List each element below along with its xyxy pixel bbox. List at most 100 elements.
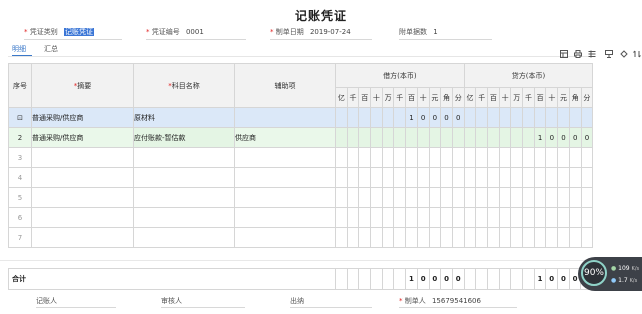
- credit-digit-cell[interactable]: [475, 127, 489, 148]
- debit-digit-cell[interactable]: [346, 147, 360, 168]
- debit-digit-cell[interactable]: [335, 207, 348, 228]
- debit-digit-cell[interactable]: [370, 167, 383, 188]
- credit-digit-cell[interactable]: [487, 147, 500, 168]
- debit-digit-cell[interactable]: [358, 227, 372, 248]
- credit-digit-cell[interactable]: [463, 127, 477, 148]
- credit-digit-cell[interactable]: [522, 187, 535, 208]
- voucher-number-value[interactable]: 0001: [186, 28, 204, 36]
- credit-digit-cell[interactable]: [545, 187, 559, 208]
- credit-digit-cell[interactable]: [475, 227, 489, 248]
- auxiliary-cell[interactable]: [234, 167, 336, 188]
- debit-digit-cell[interactable]: [335, 187, 348, 208]
- credit-digit-cell[interactable]: [498, 127, 512, 148]
- credit-digit-cell[interactable]: [463, 167, 477, 188]
- voucher-date-field[interactable]: * 制单日期 2019-07-24: [270, 27, 372, 40]
- credit-digit-cell[interactable]: [580, 207, 594, 228]
- debit-digit-cell[interactable]: [381, 167, 395, 188]
- debit-digit-cell[interactable]: 1: [405, 107, 418, 128]
- auxiliary-cell[interactable]: 供应商: [234, 127, 336, 148]
- debit-digit-cell[interactable]: [393, 127, 407, 148]
- debit-digit-cell[interactable]: [346, 187, 360, 208]
- debit-digit-cell[interactable]: [451, 187, 465, 208]
- credit-digit-cell[interactable]: [568, 107, 582, 128]
- debit-digit-cell[interactable]: [440, 207, 453, 228]
- debit-digit-cell[interactable]: [370, 227, 383, 248]
- summary-cell[interactable]: [31, 227, 134, 248]
- credit-digit-cell[interactable]: [522, 127, 535, 148]
- credit-digit-cell[interactable]: [510, 167, 524, 188]
- credit-digit-cell[interactable]: [498, 167, 512, 188]
- credit-digit-cell[interactable]: [475, 187, 489, 208]
- credit-digit-cell[interactable]: [487, 207, 500, 228]
- credit-digit-cell[interactable]: [475, 107, 489, 128]
- credit-digit-cell[interactable]: [487, 227, 500, 248]
- attachments-value[interactable]: 1: [433, 28, 437, 36]
- debit-digit-cell[interactable]: 0: [440, 107, 453, 128]
- credit-digit-cell[interactable]: [510, 187, 524, 208]
- debit-digit-cell[interactable]: [405, 167, 418, 188]
- voucher-date-value[interactable]: 2019-07-24: [310, 28, 351, 36]
- debit-digit-cell[interactable]: [393, 107, 407, 128]
- credit-digit-cell[interactable]: [463, 187, 477, 208]
- debit-digit-cell[interactable]: [405, 147, 418, 168]
- debit-digit-cell[interactable]: 0: [416, 107, 430, 128]
- debit-digit-cell[interactable]: [416, 147, 430, 168]
- credit-digit-cell[interactable]: [475, 147, 489, 168]
- debit-digit-cell[interactable]: [346, 127, 360, 148]
- credit-digit-cell[interactable]: [580, 227, 594, 248]
- debit-digit-cell[interactable]: [440, 167, 453, 188]
- debit-digit-cell[interactable]: [428, 227, 442, 248]
- debit-digit-cell[interactable]: [335, 107, 348, 128]
- tab-detail[interactable]: 明细: [12, 44, 32, 56]
- account-cell[interactable]: [133, 227, 235, 248]
- print-icon[interactable]: [574, 50, 582, 58]
- summary-cell[interactable]: [31, 147, 134, 168]
- credit-digit-cell[interactable]: [498, 147, 512, 168]
- debit-digit-cell[interactable]: [428, 127, 442, 148]
- credit-digit-cell[interactable]: [522, 207, 535, 228]
- debit-digit-cell[interactable]: [381, 207, 395, 228]
- voucher-number-field[interactable]: * 凭证编号 0001: [146, 27, 246, 40]
- credit-digit-cell[interactable]: [498, 107, 512, 128]
- credit-digit-cell[interactable]: [533, 167, 547, 188]
- debit-digit-cell[interactable]: [428, 147, 442, 168]
- credit-digit-cell[interactable]: [463, 147, 477, 168]
- debit-digit-cell[interactable]: [405, 227, 418, 248]
- credit-digit-cell[interactable]: [545, 167, 559, 188]
- credit-digit-cell[interactable]: [557, 187, 570, 208]
- credit-digit-cell[interactable]: [522, 147, 535, 168]
- credit-digit-cell[interactable]: [463, 207, 477, 228]
- auxiliary-cell[interactable]: [234, 207, 336, 228]
- credit-digit-cell[interactable]: [580, 147, 594, 168]
- debit-digit-cell[interactable]: [335, 147, 348, 168]
- credit-digit-cell[interactable]: [545, 227, 559, 248]
- debit-digit-cell[interactable]: [358, 187, 372, 208]
- credit-digit-cell[interactable]: [568, 167, 582, 188]
- auxiliary-cell[interactable]: [234, 147, 336, 168]
- debit-digit-cell[interactable]: [370, 147, 383, 168]
- debit-digit-cell[interactable]: [393, 227, 407, 248]
- undo-icon[interactable]: [620, 50, 628, 58]
- bookkeeper-field[interactable]: 记账人: [36, 296, 116, 308]
- summary-cell[interactable]: 普通采购/供应商: [31, 107, 134, 128]
- credit-digit-cell[interactable]: [545, 207, 559, 228]
- table-row[interactable]: 3: [8, 147, 594, 168]
- debit-digit-cell[interactable]: [440, 147, 453, 168]
- summary-cell[interactable]: 普通采购/供应商: [31, 127, 134, 148]
- credit-digit-cell[interactable]: [487, 127, 500, 148]
- debit-digit-cell[interactable]: [416, 167, 430, 188]
- summary-cell[interactable]: [31, 207, 134, 228]
- debit-digit-cell[interactable]: [393, 167, 407, 188]
- debit-digit-cell[interactable]: [428, 187, 442, 208]
- credit-digit-cell[interactable]: [580, 187, 594, 208]
- table-row[interactable]: 6: [8, 207, 594, 228]
- credit-digit-cell[interactable]: [533, 227, 547, 248]
- credit-digit-cell[interactable]: [510, 127, 524, 148]
- debit-digit-cell[interactable]: [393, 147, 407, 168]
- credit-digit-cell[interactable]: [557, 227, 570, 248]
- settings-icon[interactable]: [633, 50, 641, 58]
- cashier-field[interactable]: 出纳: [290, 296, 372, 308]
- credit-digit-cell[interactable]: 0: [568, 127, 582, 148]
- system-monitor-widget[interactable]: 90% ● 109 K/s ● 1.7 K/s: [578, 257, 642, 291]
- debit-digit-cell[interactable]: [405, 207, 418, 228]
